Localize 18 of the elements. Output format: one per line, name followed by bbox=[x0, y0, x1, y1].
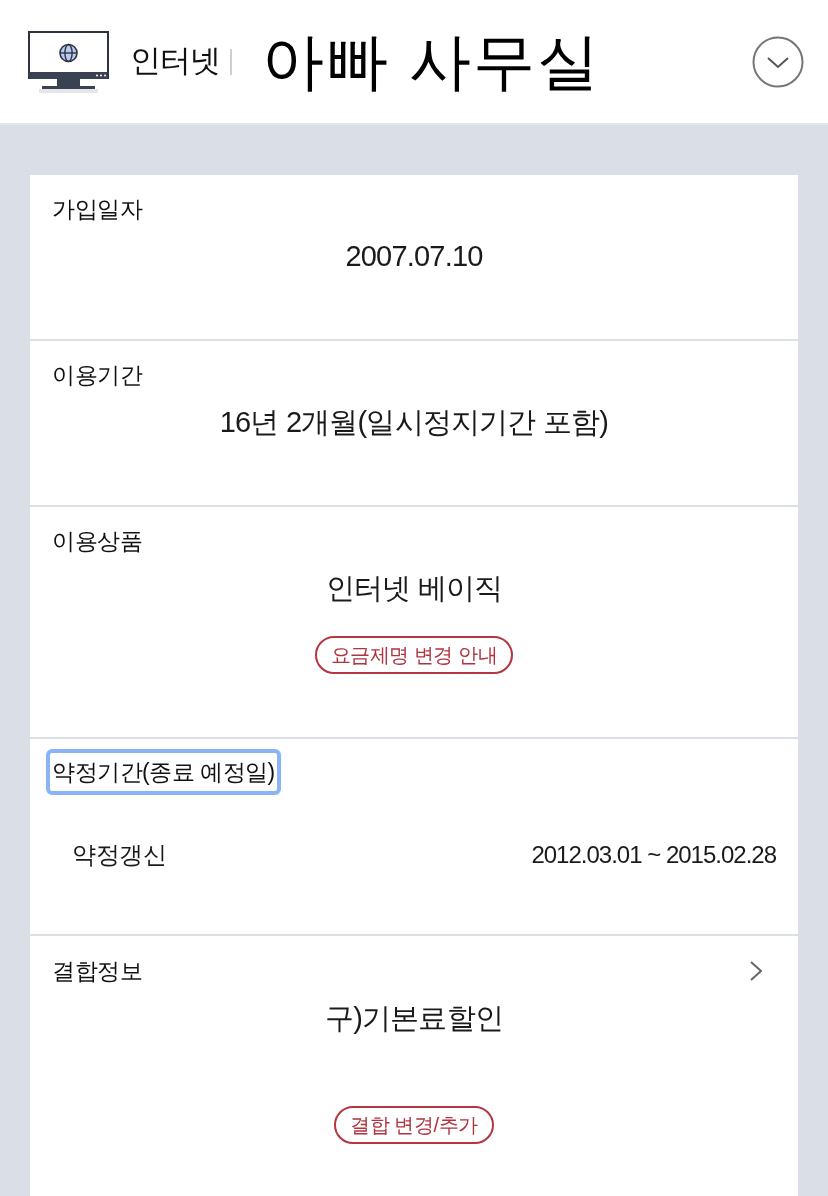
monitor-globe-icon bbox=[28, 30, 110, 93]
section-label: 결합정보 bbox=[51, 957, 143, 986]
action-button[interactable]: 결합 변경/추가 bbox=[334, 1106, 494, 1144]
contract-type: 약정갱신 bbox=[72, 840, 166, 870]
chevron-down-circle-icon[interactable] bbox=[752, 35, 804, 88]
action-button[interactable]: 요금제명 변경 안내 bbox=[314, 636, 514, 674]
chevron-right-icon[interactable] bbox=[750, 961, 762, 981]
page-title: 아빠 사무실 bbox=[262, 26, 602, 97]
section-value: 구)기본료할인 bbox=[324, 1001, 504, 1036]
section-value: 2007.07.10 bbox=[345, 239, 483, 274]
contract-period: 2012.03.01 ~ 2015.02.28 bbox=[531, 840, 776, 870]
section-value: 인터넷 베이직 bbox=[325, 571, 503, 606]
section-label: 가입일자 bbox=[51, 195, 144, 224]
section-label: 이용상품 bbox=[51, 527, 143, 556]
service-name: 인터넷 bbox=[130, 42, 220, 81]
section-label: 이용기간 bbox=[51, 361, 144, 390]
section-label: 약정기간(종료 예정일) bbox=[46, 749, 281, 795]
section-value: 16년 2개월(일시정지기간 포함) bbox=[219, 405, 609, 440]
